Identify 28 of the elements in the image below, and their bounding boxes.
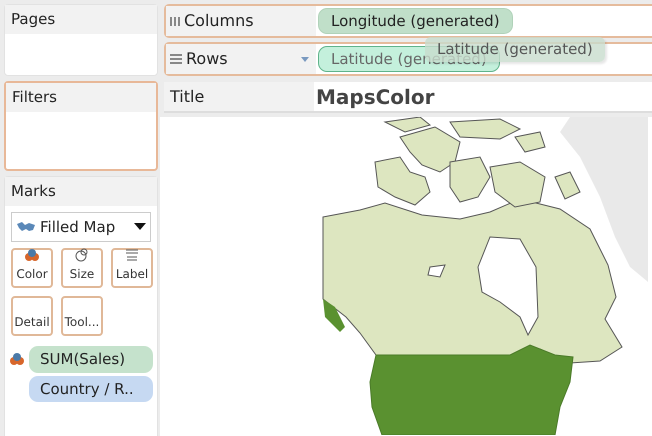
card-title: Pages bbox=[5, 5, 157, 34]
dropdown-icon[interactable] bbox=[301, 56, 309, 62]
shelf-label: Columns bbox=[184, 10, 255, 32]
card-title: Filters bbox=[6, 83, 156, 112]
shelf-card[interactable]: Filters bbox=[4, 81, 158, 171]
rows-icon bbox=[170, 54, 182, 64]
sheet-title: MapsColor bbox=[315, 84, 434, 110]
field-pill[interactable]: SUM(Sales) bbox=[29, 346, 153, 372]
title-label: Title bbox=[164, 82, 314, 111]
shelf-label: Rows bbox=[186, 48, 229, 70]
marks-button[interactable]: Label bbox=[111, 248, 153, 288]
columns-icon bbox=[170, 16, 180, 26]
mark-type-dropdown[interactable]: Filled Map bbox=[11, 212, 151, 242]
field-pill[interactable]: Longitude (generated) bbox=[318, 8, 513, 34]
caret-icon bbox=[134, 222, 146, 231]
marks-button[interactable]: Color bbox=[11, 248, 53, 288]
field-pill[interactable]: Country / R.. bbox=[29, 376, 153, 402]
size-icon bbox=[75, 248, 89, 262]
color-icon bbox=[9, 352, 25, 366]
dragged-pill[interactable]: Latitude (generated) bbox=[425, 37, 605, 62]
marks-button[interactable]: Tool... bbox=[61, 296, 103, 336]
card-title: Marks bbox=[5, 177, 157, 206]
shelf-card[interactable]: Pages bbox=[4, 4, 158, 76]
label-icon bbox=[124, 248, 140, 262]
marks-button[interactable]: Detail bbox=[11, 296, 53, 336]
color-icon bbox=[24, 248, 40, 262]
map-icon bbox=[16, 220, 36, 233]
marks-button[interactable]: Size bbox=[61, 248, 103, 288]
